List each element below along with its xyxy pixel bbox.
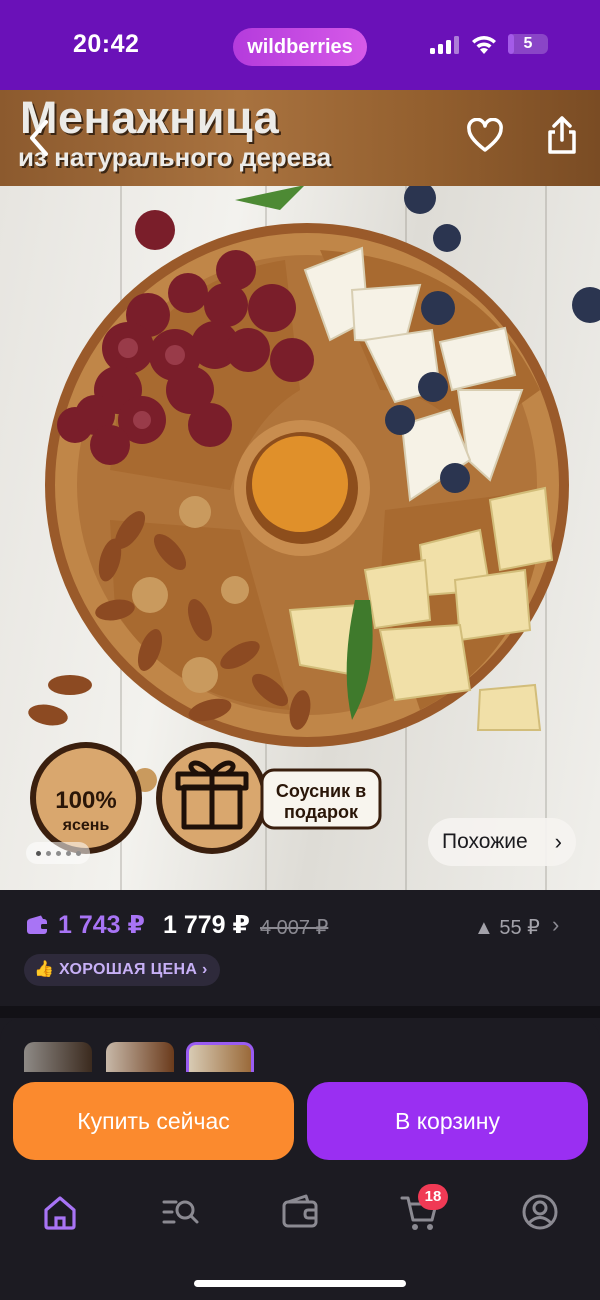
heart-icon[interactable] [466, 118, 504, 154]
badge-material-wood: ясень [62, 817, 110, 834]
price-card: 1 743 ₽ 1 779 ₽ 4 007 ₽ ▲ 55 ₽ › 👍 ХОРОШ… [0, 890, 600, 1006]
banner-title: Менажница [20, 92, 280, 143]
wallet-icon[interactable] [278, 1190, 322, 1234]
battery-level: 5 [523, 35, 533, 52]
add-to-cart-button[interactable]: В корзину [307, 1082, 588, 1160]
price-change[interactable]: ▲ 55 ₽ [474, 915, 540, 940]
product-banner: Менажница из натурального дерева [0, 90, 600, 186]
wifi-icon [472, 36, 496, 54]
cellular-signal-icon [430, 36, 460, 54]
gallery-dot [46, 851, 51, 856]
gift-box-icon [175, 760, 249, 830]
status-bar: 20:42 wildberries 5 [0, 0, 600, 90]
similar-products-button[interactable]: Похожие › [428, 818, 576, 866]
gallery-pagination[interactable] [26, 842, 90, 864]
badge-gift-line1: Соусник в [275, 781, 367, 801]
share-icon[interactable] [545, 114, 579, 156]
gallery-dot [56, 851, 61, 856]
section-separator [0, 1006, 600, 1018]
buy-now-button[interactable]: Купить сейчас [13, 1082, 294, 1160]
catalog-search-icon[interactable] [158, 1190, 202, 1234]
good-price-label: ХОРОШАЯ ЦЕНА [58, 961, 198, 978]
current-price: 1 779 ₽ [163, 911, 250, 939]
badge-material-percent: 100% [55, 787, 117, 814]
old-price: 4 007 ₽ [260, 917, 329, 939]
product-image-gallery[interactable]: Менажница из натурального дерева 100% яс… [0, 90, 600, 890]
badge-gift-line2: подарок [283, 802, 359, 822]
home-icon[interactable] [38, 1190, 82, 1234]
chevron-right-icon[interactable]: › [552, 912, 559, 938]
variant-thumbnail-selected[interactable] [186, 1042, 254, 1072]
chevron-right-icon: › [554, 829, 562, 854]
thumbs-up-icon: 👍 [34, 961, 55, 978]
home-indicator[interactable] [194, 1280, 406, 1287]
good-price-badge[interactable]: 👍 ХОРОШАЯ ЦЕНА › [24, 954, 220, 986]
banner-subtitle: из натурального дерева [18, 142, 332, 172]
cart-count-badge: 18 [418, 1184, 448, 1210]
chevron-right-icon: › [202, 961, 208, 978]
similar-label: Похожие [442, 830, 528, 853]
status-time: 20:42 [73, 30, 140, 58]
battery-icon: 5 [508, 34, 548, 54]
variant-thumbnail[interactable] [24, 1042, 92, 1072]
wallet-icon [27, 915, 49, 934]
brand-pill: wildberries [233, 28, 367, 66]
variant-thumbnail[interactable] [106, 1042, 174, 1072]
gallery-dot [66, 851, 71, 856]
profile-icon[interactable] [518, 1190, 562, 1234]
wallet-price: 1 743 ₽ [58, 911, 145, 939]
back-icon[interactable] [24, 118, 54, 158]
gallery-dot [36, 851, 41, 856]
gallery-dot [76, 851, 81, 856]
